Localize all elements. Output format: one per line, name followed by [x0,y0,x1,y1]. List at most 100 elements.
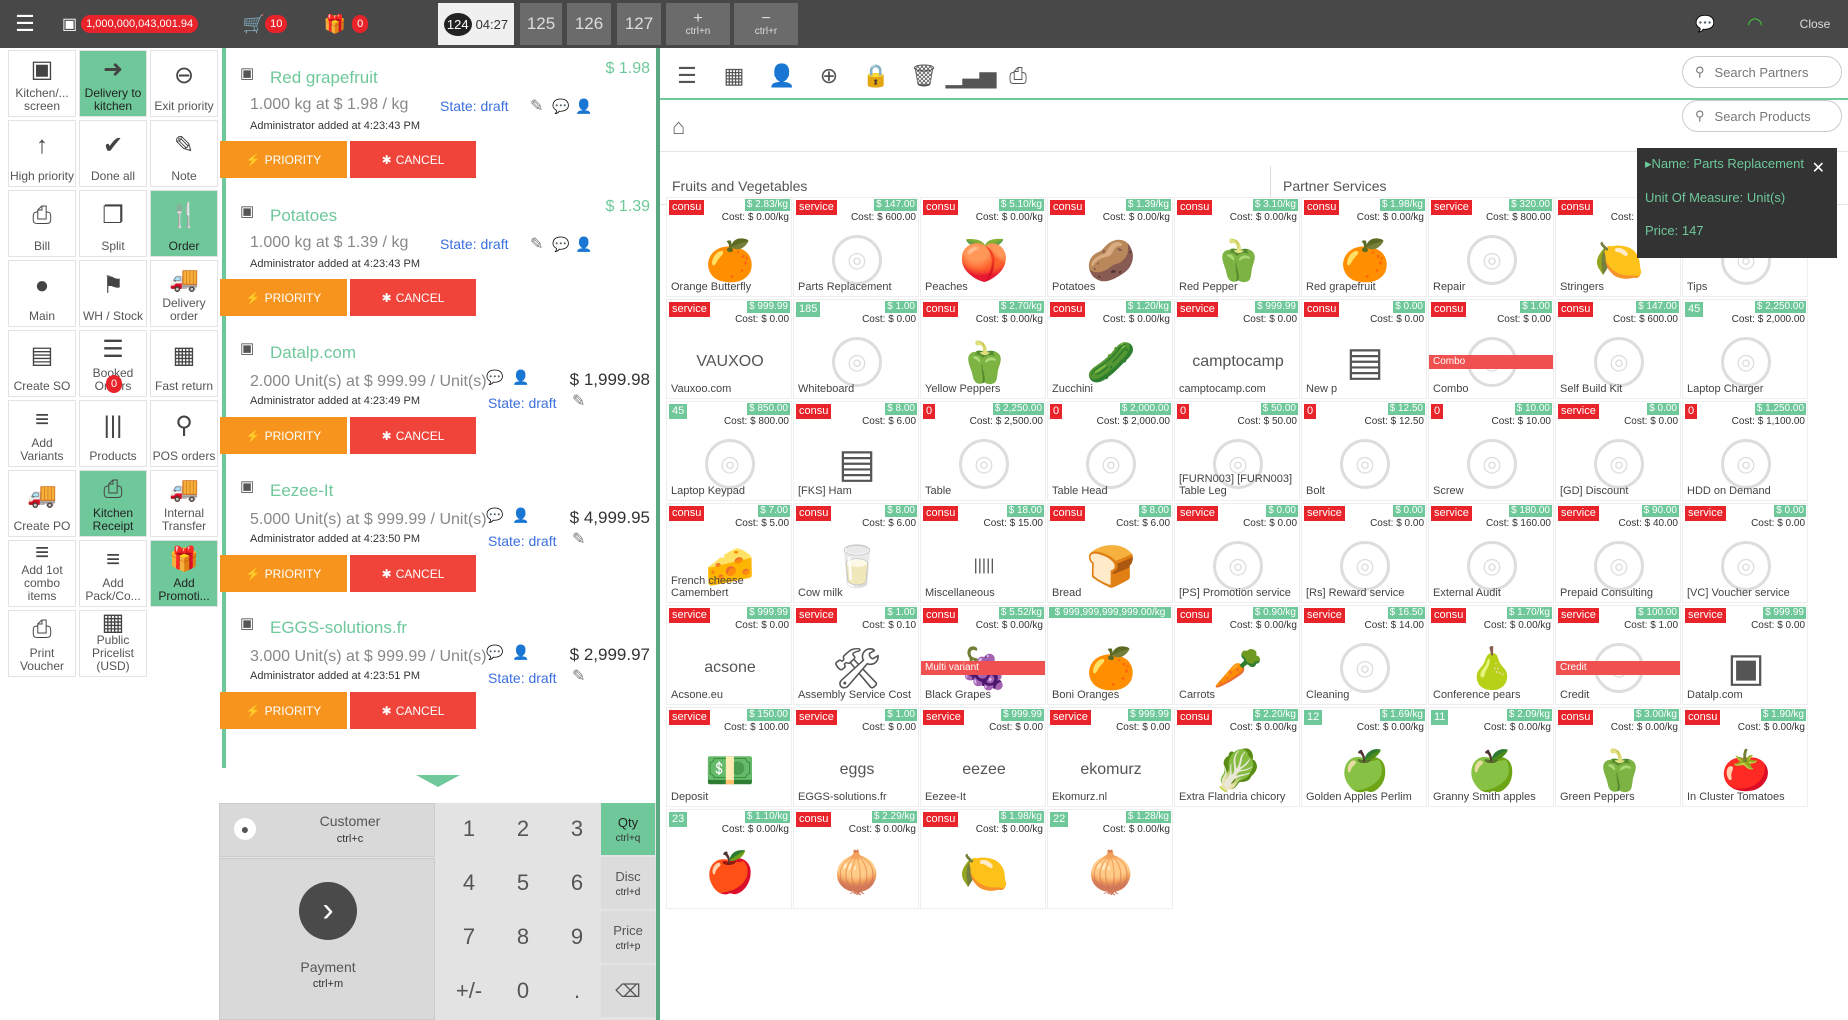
product-card[interactable]: consu $ 2.29/kg Cost: $ 0.00/kg 🧅 [793,809,919,909]
print-icon[interactable]: ⎙ [1000,58,1036,94]
product-card[interactable]: service $ 0.00 Cost: $ 0.00 ◎ [Rs] Reward se… [1301,503,1427,603]
order-line-state[interactable]: State: draft [440,236,508,252]
order-line-state[interactable]: State: draft [488,670,556,686]
add-user-icon[interactable]: 👤 [512,507,529,524]
order-line[interactable]: ▣ Potatoes $ 1.39 1.000 kg at $ 1.39 / kg Ad… [220,196,650,326]
balance-widget[interactable]: ▣ 1,000,000,043,001.94 [62,0,212,48]
numpad-key-3[interactable]: 3 [551,803,603,855]
product-card[interactable]: consu $ 2.20/kg Cost: $ 0.00/kg 🥬 Extra Flan… [1174,707,1300,807]
control-internal-transfer-button[interactable]: 🚚 Internal Transfer [150,470,218,537]
numpad-key-0[interactable]: 0 [497,965,549,1017]
edit-icon[interactable]: ✎ [530,234,543,254]
numpad-key-plus-minus[interactable]: +/- [443,965,495,1017]
backspace-key[interactable]: ⌫ [601,965,655,1017]
add-user-icon[interactable]: 👤 [512,369,529,386]
chat-icon[interactable]: 💬 [552,236,569,253]
product-card[interactable]: 0 $ 10.00 Cost: $ 10.00 ◎ Screw [1428,401,1554,501]
add-user-icon[interactable]: 👤 [764,58,800,94]
numpad-key-7[interactable]: 7 [443,911,495,963]
product-card[interactable]: consu $ 8.00 Cost: $ 6.00 ▤ [FKS] Ham [793,401,919,501]
order-line[interactable]: ▣ Eezee-It 5.000 Unit(s) at $ 999.99 / Uni… [220,471,650,601]
add-user-icon[interactable]: 👤 [512,644,529,661]
product-card[interactable]: service $ 999.99 Cost: $ 0.00 VAUXOO Vauxoo.… [666,299,792,399]
numpad-mode-price[interactable]: Price ctrl+p [601,911,655,963]
list-icon[interactable]: ☰ [669,58,705,94]
product-card[interactable]: service $ 999.99 Cost: $ 0.00 ekomurz Ekomur… [1047,707,1173,807]
numpad-key-1[interactable]: 1 [443,803,495,855]
edit-icon[interactable]: ✎ [572,529,585,549]
priority-button[interactable]: ⚡ PRIORITY [220,141,347,178]
category-partner-services[interactable]: Partner Services [1283,178,1386,194]
product-card[interactable]: consu$ 5.52/kgCost: $ 0.00/kg🍇Multi vari… [920,605,1046,705]
product-card[interactable]: consu $ 147.00 Cost: $ 600.00 ◎ Self Build K… [1555,299,1681,399]
product-card[interactable]: 11 $ 2.09/kg Cost: $ 0.00/kg 🍏 Granny Smith … [1428,707,1554,807]
product-card[interactable]: service $ 16.50 Cost: $ 14.00 ◎ Cleaning [1301,605,1427,705]
product-card[interactable]: service $ 0.00 Cost: $ 0.00 ◎ [GD] Discount [1555,401,1681,501]
add-circle-icon[interactable]: ⊕ [811,58,847,94]
product-card[interactable]: consu $ 2.83/kg Cost: $ 0.00/kg 🍊 Orange But… [666,197,792,297]
search-products-input[interactable]: ⚲ Search Products [1682,100,1842,132]
priority-button[interactable]: ⚡ PRIORITY [220,279,347,316]
control-exit-priority-button[interactable]: ⊖ Exit priority [150,50,218,117]
order-tab-127[interactable]: 127 [617,3,661,45]
order-line-state[interactable]: State: draft [488,533,556,549]
product-card[interactable]: consu $ 0.90/kg Cost: $ 0.00/kg 🥕 Carrots [1174,605,1300,705]
product-card[interactable]: 23 $ 1.10/kg Cost: $ 0.00/kg 🍎 [666,809,792,909]
numpad-key-8[interactable]: 8 [497,911,549,963]
control-bill-button[interactable]: ⎙ Bill [8,190,76,257]
product-card[interactable]: consu $ 8.00 Cost: $ 6.00 🍞 Bread [1047,503,1173,603]
close-icon[interactable]: ✕ [1812,158,1825,178]
numpad-mode-qty[interactable]: Qty ctrl+q [601,803,655,855]
chat-icon[interactable]: 💬 [486,644,503,661]
product-card[interactable]: consu $ 1.70/kg Cost: $ 0.00/kg 🍐 Conference… [1428,605,1554,705]
product-card[interactable]: consu $ 1.90/kg Cost: $ 0.00/kg 🍅 In Cluster… [1682,707,1808,807]
gift-button[interactable]: 🎁 0 [316,0,376,48]
control-add-pack-co-button[interactable]: ≡ Add Pack/Co... [79,540,147,607]
product-card[interactable]: service $ 999.99 Cost: $ 0.00 eezee Eezee-It [920,707,1046,807]
control-add-1ot-combo-items-button[interactable]: ≡ Add 1ot combo items [8,540,76,607]
close-button[interactable]: Close [1790,0,1840,48]
control-kitchen-receipt-button[interactable]: ⎙ Kitchen Receipt [79,470,147,537]
control-booked-orders-button[interactable]: ☰Booked Orders0 [79,330,147,397]
control-add-variants-button[interactable]: ≡ Add Variants [8,400,76,467]
product-card[interactable]: service $ 1.00 Cost: $ 0.00 eggs EGGS-soluti… [793,707,919,807]
control-create-so-button[interactable]: ▤ Create SO [8,330,76,397]
cancel-button[interactable]: ✱ CANCEL [350,692,476,729]
control-high-priority-button[interactable]: ↑ High priority [8,120,76,187]
category-fruits-vegetables[interactable]: Fruits and Vegetables [672,178,807,194]
product-card[interactable]: 12 $ 1.69/kg Cost: $ 0.00/kg 🍏 Golden Apples… [1301,707,1427,807]
priority-button[interactable]: ⚡ PRIORITY [220,417,347,454]
control-kitchen-screen-button[interactable]: ▣ Kitchen/... screen [8,50,76,117]
product-card[interactable]: 0 $ 2,250.00 Cost: $ 2,500.00 ◎ Table [920,401,1046,501]
product-card[interactable]: service $ 150.00 Cost: $ 100.00 💵 Deposit [666,707,792,807]
order-tab-125[interactable]: 125 [520,3,562,45]
order-tab-126[interactable]: 126 [567,3,611,45]
numpad-key-9[interactable]: 9 [551,911,603,963]
product-card[interactable]: consu $ 1.20/kg Cost: $ 0.00/kg 🥒 Zucchini [1047,299,1173,399]
control-split-button[interactable]: ❐ Split [79,190,147,257]
product-card[interactable]: consu $ 3.10/kg Cost: $ 0.00/kg 🫑 Red Pepper [1174,197,1300,297]
product-card[interactable]: consu $ 3.00/kg Cost: $ 0.00/kg 🫑 Green Pepp… [1555,707,1681,807]
order-line[interactable]: ▣ EGGS-solutions.fr 3.000 Unit(s) at $ 999… [220,608,650,738]
product-card[interactable]: $ 999,999,999,999.00/kg 🍊 Boni Oranges [1047,605,1173,705]
control-delivery-to-kitchen-button[interactable]: ➜ Delivery to kitchen [79,50,147,117]
order-line-state[interactable]: State: draft [440,98,508,114]
product-card[interactable]: consu $ 5.10/kg Cost: $ 0.00/kg 🍑 Peaches [920,197,1046,297]
control-main-button[interactable]: ● Main [8,260,76,327]
product-card[interactable]: 45 $ 850.00 Cost: $ 800.00 ◎ Laptop Keypad [666,401,792,501]
payment-button[interactable]: › Payment ctrl+m [219,858,435,1020]
chat-icon[interactable]: 💬 [1690,0,1720,48]
product-card[interactable]: 185 $ 1.00 Cost: $ 0.00 ◎ Whiteboard [793,299,919,399]
product-card[interactable]: consu $ 7.00 Cost: $ 5.00 🧀 French cheese Ca… [666,503,792,603]
cart-button[interactable]: 🛒 10 [240,0,290,48]
numpad-key-dot[interactable]: . [551,965,603,1017]
trash-icon[interactable]: 🗑 [906,58,942,94]
product-card[interactable]: service $ 90.00 Cost: $ 40.00 ◎ Prepaid Cons… [1555,503,1681,603]
cancel-button[interactable]: ✱ CANCEL [350,141,476,178]
edit-icon[interactable]: ✎ [530,96,543,116]
chat-icon[interactable]: 💬 [486,369,503,386]
product-card[interactable]: service $ 180.00 Cost: $ 160.00 ◎ External A… [1428,503,1554,603]
numpad-key-5[interactable]: 5 [497,857,549,909]
order-line[interactable]: ▣ Datalp.com 2.000 Unit(s) at $ 999.99 / U… [220,333,650,463]
product-card[interactable]: service $ 320.00 Cost: $ 800.00 ◎ Repair [1428,197,1554,297]
